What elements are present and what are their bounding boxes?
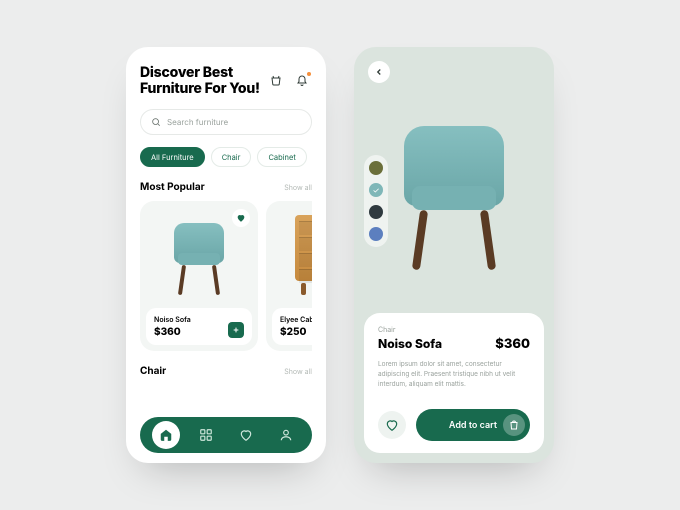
cart-icon[interactable] (266, 71, 286, 91)
product-price: $250 (280, 326, 312, 338)
color-swatches (364, 155, 388, 247)
notification-dot (307, 72, 311, 76)
nav-profile[interactable] (272, 421, 300, 449)
category-chips: All Furniture Chair Cabinet Lamp Table (140, 147, 312, 167)
home-screen: Discover Best Furniture For You! Search … (126, 47, 326, 463)
bottom-navbar (140, 417, 312, 453)
heart-icon (385, 418, 399, 432)
product-card[interactable]: Noiso Sofa $360 (140, 201, 258, 351)
search-icon (151, 117, 161, 127)
product-image (266, 201, 312, 308)
detail-sheet: Chair Noiso Sofa $360 Lorem ipsum dolor … (364, 313, 544, 453)
add-button[interactable] (228, 322, 244, 338)
swatch-blue[interactable] (369, 227, 383, 241)
title-line1: Discover Best (140, 65, 260, 81)
grid-icon (199, 428, 213, 442)
chip-chair[interactable]: Chair (211, 147, 252, 167)
nav-home[interactable] (152, 421, 180, 449)
detail-price: $360 (495, 336, 530, 352)
swatch-charcoal[interactable] (369, 205, 383, 219)
cta-label: Add to cart (449, 420, 497, 431)
breadcrumb: Chair (378, 325, 530, 334)
add-to-cart-button[interactable]: Add to cart (416, 409, 530, 441)
swatch-teal[interactable] (369, 183, 383, 197)
section-heading-chair: Chair (140, 365, 166, 377)
show-all-chair-link[interactable]: Show all (284, 367, 312, 376)
nav-categories[interactable] (192, 421, 220, 449)
bag-icon (508, 419, 520, 431)
product-price: $360 (154, 326, 191, 338)
like-button[interactable] (378, 411, 406, 439)
detail-name: Noiso Sofa (378, 336, 442, 351)
heart-icon (239, 428, 253, 442)
chip-cabinet[interactable]: Cabinet (257, 147, 306, 167)
detail-screen: Chair Noiso Sofa $360 Lorem ipsum dolor … (354, 47, 554, 463)
heart-icon (236, 213, 246, 223)
nav-favorites[interactable] (232, 421, 260, 449)
title-line2: Furniture For You! (140, 81, 260, 97)
product-name: Noiso Sofa (154, 315, 191, 324)
product-name: Elyee Cabinet (280, 315, 312, 324)
swatch-olive[interactable] (369, 161, 383, 175)
detail-description: Lorem ipsum dolor sit amet, consectetur … (378, 360, 530, 389)
show-all-popular-link[interactable]: Show all (284, 183, 312, 192)
bell-icon[interactable] (292, 71, 312, 91)
home-icon (159, 428, 173, 442)
plus-icon (232, 326, 240, 334)
search-placeholder: Search furniture (167, 117, 228, 127)
popular-cards: Noiso Sofa $360 (140, 201, 312, 351)
chip-all-furniture[interactable]: All Furniture (140, 147, 205, 167)
search-input[interactable]: Search furniture (140, 109, 312, 135)
section-heading-popular: Most Popular (140, 181, 205, 193)
page-title: Discover Best Furniture For You! (140, 65, 260, 97)
product-card[interactable]: Elyee Cabinet $250 (266, 201, 312, 351)
cart-bubble (503, 414, 525, 436)
user-icon (279, 428, 293, 442)
